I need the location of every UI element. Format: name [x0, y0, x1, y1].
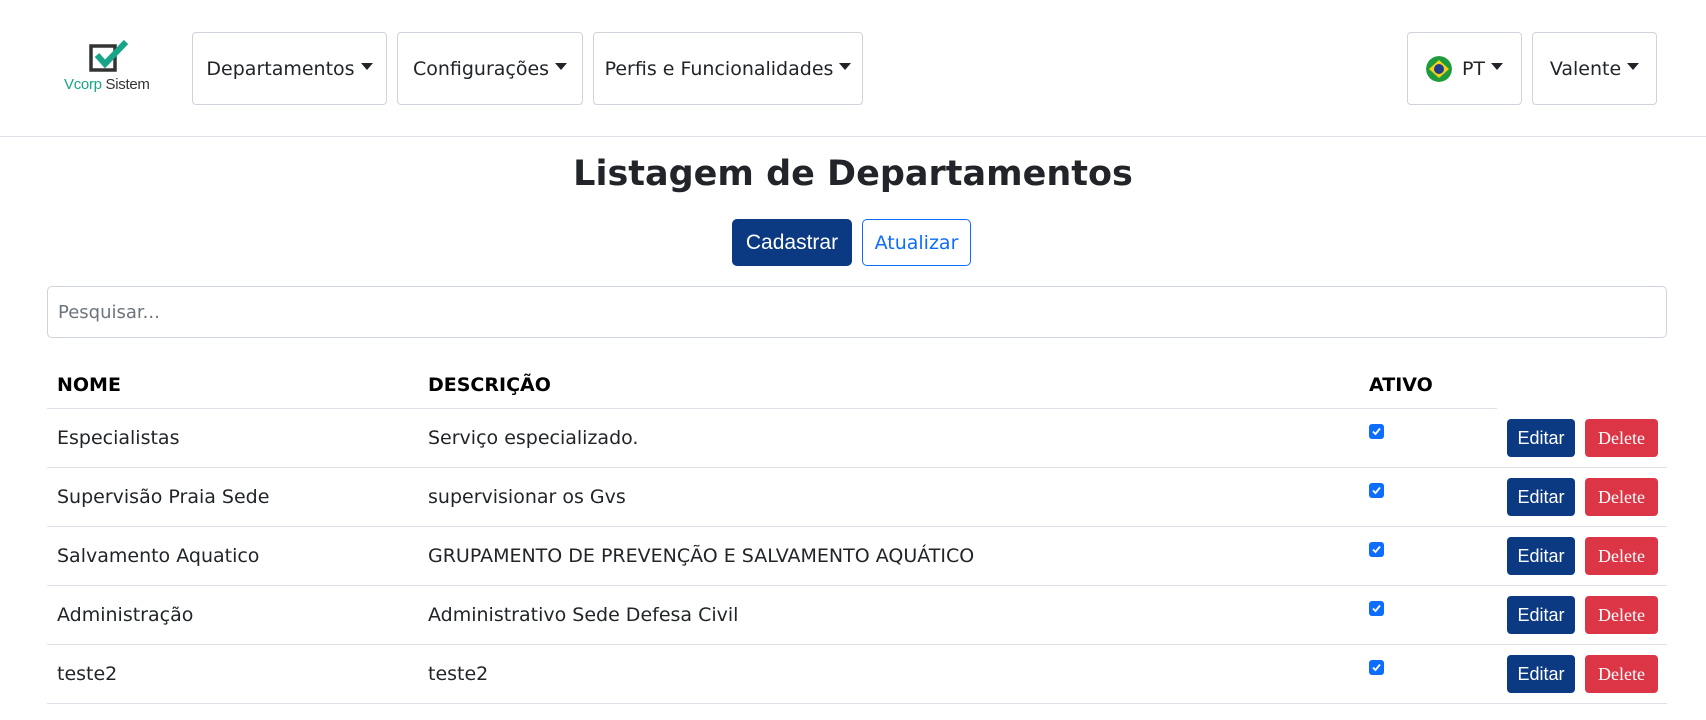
configuracoes-dropdown[interactable]: Configurações: [397, 32, 583, 105]
departamentos-dropdown[interactable]: Departamentos: [192, 32, 387, 105]
edit-button[interactable]: Editar: [1507, 655, 1575, 693]
delete-button[interactable]: Delete: [1585, 537, 1658, 575]
table-row: Salvamento Aquatico GRUPAMENTO DE PREVENÇ…: [47, 527, 1667, 586]
checkbox-check-logo-icon: [89, 40, 129, 72]
perfis-funcionalidades-label: Perfis e Funcionalidades: [604, 57, 834, 80]
caret-down-icon: [360, 63, 373, 70]
delete-button[interactable]: Delete: [1585, 655, 1658, 693]
active-checkbox[interactable]: [1369, 660, 1384, 675]
check-icon: [1372, 663, 1381, 672]
page-title: Listagem de Departamentos: [573, 154, 1133, 194]
language-label: PT: [1461, 57, 1486, 80]
check-icon: [1372, 545, 1381, 554]
active-checkbox[interactable]: [1369, 542, 1384, 557]
check-icon: [1372, 427, 1381, 436]
department-description: GRUPAMENTO DE PREVENÇÃO E SALVAMENTO AQU…: [428, 545, 975, 567]
check-icon: [1372, 486, 1381, 495]
search-input[interactable]: [47, 286, 1667, 338]
column-header-ativo[interactable]: ATIVO: [1369, 374, 1433, 396]
language-dropdown[interactable]: PT: [1407, 32, 1522, 105]
delete-button[interactable]: Delete: [1585, 478, 1658, 516]
user-name: Valente: [1549, 57, 1622, 80]
departamentos-label: Departamentos: [206, 57, 355, 80]
table-row: Administração Administrativo Sede Defesa …: [47, 586, 1667, 645]
edit-button[interactable]: Editar: [1507, 537, 1575, 575]
table-row: Especialistas Serviço especializado. Edita…: [47, 409, 1667, 468]
caret-down-icon: [1627, 63, 1640, 70]
edit-button[interactable]: Editar: [1507, 419, 1575, 457]
edit-button[interactable]: Editar: [1507, 596, 1575, 634]
check-icon: [1372, 604, 1381, 613]
configuracoes-label: Configurações: [412, 57, 550, 80]
department-name: Administração: [57, 604, 194, 626]
delete-button[interactable]: Delete: [1585, 596, 1658, 634]
department-description: supervisionar os Gvs: [428, 486, 626, 508]
active-checkbox[interactable]: [1369, 483, 1384, 498]
department-description: teste2: [428, 663, 489, 685]
top-navbar: Vcorp Sistem Departamentos Configurações…: [0, 0, 1706, 137]
cadastrar-button[interactable]: Cadastrar: [732, 219, 852, 266]
department-name: Salvamento Aquatico: [57, 545, 260, 567]
department-name: Supervisão Praia Sede: [57, 486, 270, 508]
edit-button[interactable]: Editar: [1507, 478, 1575, 516]
brand-name: Vcorp Sistem: [64, 76, 150, 93]
table-row: Supervisão Praia Sede supervisionar os Gv…: [47, 468, 1667, 527]
department-name: Especialistas: [57, 427, 180, 449]
active-checkbox[interactable]: [1369, 424, 1384, 439]
perfis-funcionalidades-dropdown[interactable]: Perfis e Funcionalidades: [593, 32, 863, 105]
active-checkbox[interactable]: [1369, 601, 1384, 616]
brazil-flag-icon: [1425, 55, 1452, 82]
column-header-nome[interactable]: NOME: [57, 374, 121, 396]
department-name: teste2: [57, 663, 118, 685]
atualizar-button[interactable]: Atualizar: [862, 219, 971, 266]
department-description: Administrativo Sede Defesa Civil: [428, 604, 739, 626]
caret-down-icon: [839, 63, 852, 70]
department-description: Serviço especializado.: [428, 427, 639, 449]
brand-logo[interactable]: Vcorp Sistem: [60, 40, 160, 96]
column-header-descricao[interactable]: DESCRIÇÃO: [428, 374, 551, 396]
delete-button[interactable]: Delete: [1585, 419, 1658, 457]
caret-down-icon: [555, 63, 568, 70]
user-dropdown[interactable]: Valente: [1532, 32, 1657, 105]
caret-down-icon: [1491, 63, 1504, 70]
table-row: teste2 teste2 Editar Delete: [47, 645, 1667, 704]
